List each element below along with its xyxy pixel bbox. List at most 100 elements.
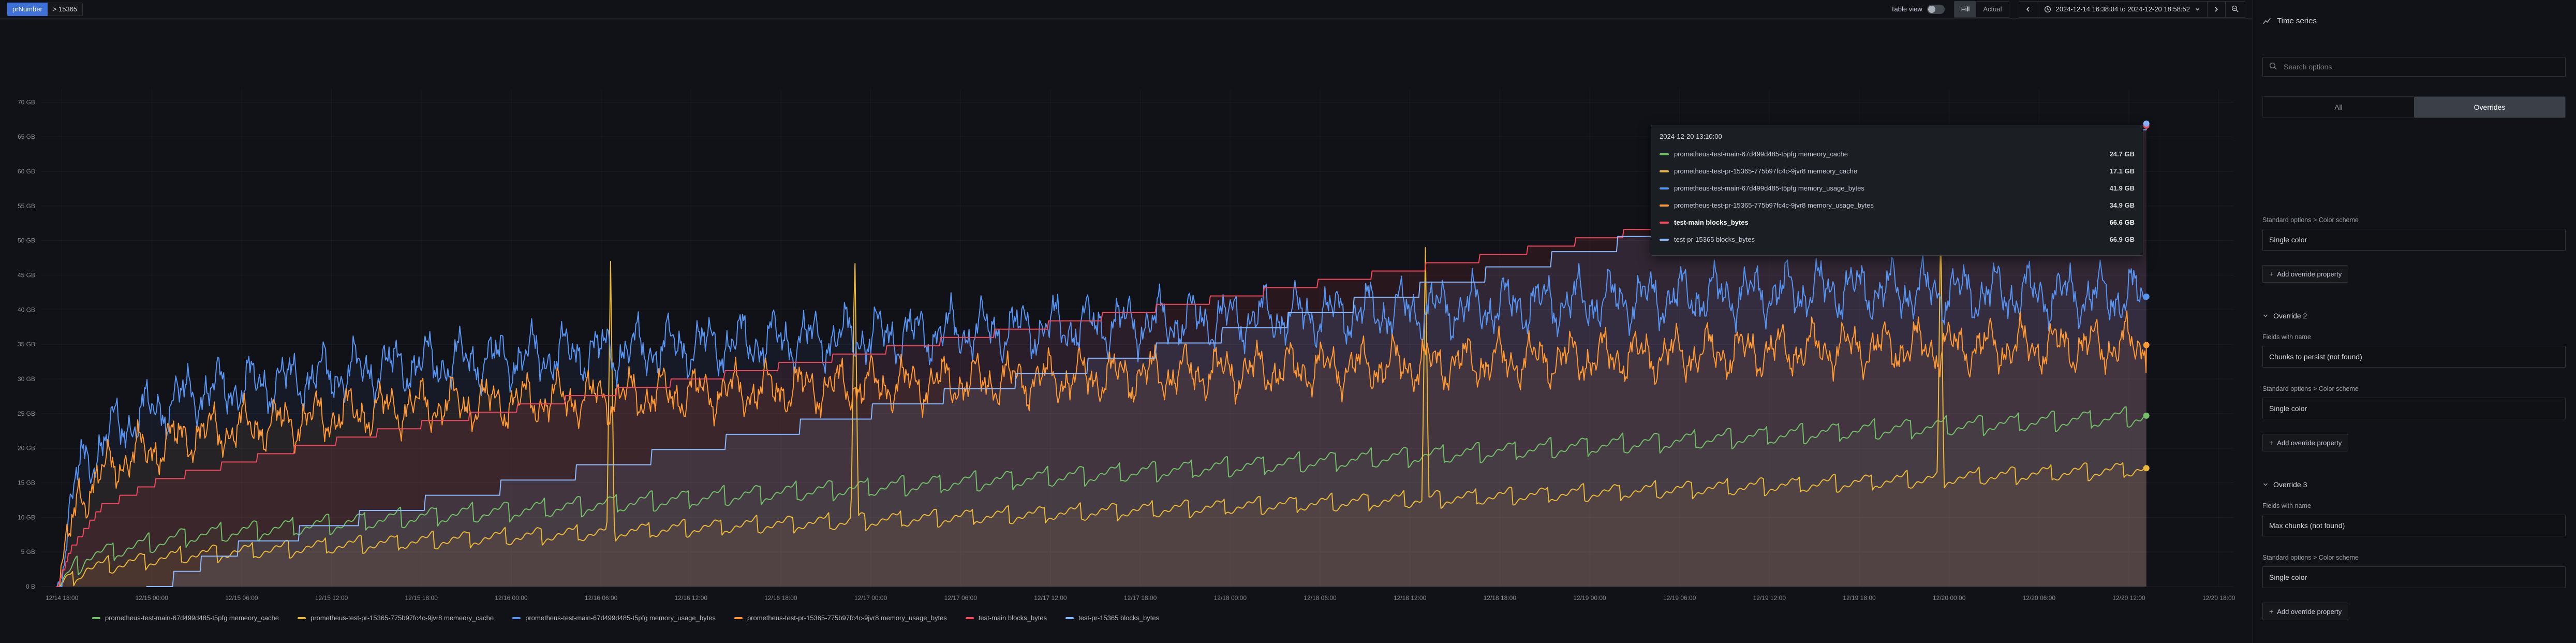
time-shift-forward-button[interactable] <box>2208 2 2225 17</box>
legend-series-marker <box>1065 617 1074 619</box>
x-axis-label: 12/15 00:00 <box>135 594 168 602</box>
legend-series-marker <box>966 617 974 619</box>
x-axis-label: 12/19 12:00 <box>1753 594 1786 602</box>
tooltip-series-name: prometheus-test-main-67d499d485-t5pfg me… <box>1674 184 2103 192</box>
tooltip-series-marker <box>1660 239 1669 241</box>
color-scheme-select[interactable]: Single color <box>2262 229 2566 251</box>
legend-item[interactable]: prometheus-test-main-67d499d485-t5pfg me… <box>512 614 716 622</box>
legend-series-marker <box>298 617 306 619</box>
top-bar: prNumber > 15365 Table view Fill Actual <box>0 0 2253 19</box>
x-axis-label: 12/20 18:00 <box>2202 594 2236 602</box>
time-range-button[interactable]: 2024-12-14 16:38:04 to 2024-12-20 18:58:… <box>2037 2 2208 17</box>
chevron-down-icon <box>2195 6 2200 12</box>
legend-item[interactable]: test-pr-15365 blocks_bytes <box>1065 614 1159 622</box>
visualization-picker[interactable]: Time series <box>2262 10 2566 31</box>
chart-tooltip: 2024-12-20 13:10:00 prometheus-test-main… <box>1651 125 2143 256</box>
x-axis-label: 12/20 06:00 <box>2023 594 2056 602</box>
override-property-path: Standard options > Color scheme <box>2262 554 2566 561</box>
chevron-down-icon <box>2262 481 2269 488</box>
override-property-path: Standard options > Color scheme <box>2262 216 2566 224</box>
y-axis-label: 70 GB <box>18 98 35 106</box>
clock-icon <box>2044 6 2051 13</box>
color-scheme-value: Single color <box>2269 573 2307 581</box>
add-override-property-button[interactable]: + Add override property <box>2262 603 2348 620</box>
time-range-text: 2024-12-14 16:38:04 to 2024-12-20 18:58:… <box>2056 5 2190 13</box>
x-axis-label: 12/16 18:00 <box>764 594 797 602</box>
legend-series-label: prometheus-test-pr-15365-775b97fc4c-9jvr… <box>747 614 947 622</box>
search-options-input[interactable] <box>2262 57 2566 77</box>
legend-item[interactable]: prometheus-test-main-67d499d485-t5pfg me… <box>92 614 279 622</box>
y-axis-label: 55 GB <box>18 202 35 210</box>
tooltip-row: prometheus-test-pr-15365-775b97fc4c-9jvr… <box>1660 197 2135 214</box>
tooltip-series-marker <box>1660 204 1669 207</box>
add-override-property-button[interactable]: + Add override property <box>2262 434 2348 451</box>
tooltip-row: test-pr-15365 blocks_bytes66.9 GB <box>1660 231 2135 248</box>
fill-actual-radio-group: Fill Actual <box>1954 1 2009 18</box>
fields-with-name-label: Fields with name <box>2262 333 2566 341</box>
x-axis-label: 12/19 00:00 <box>1573 594 1606 602</box>
x-axis-label: 12/15 18:00 <box>405 594 438 602</box>
x-axis-label: 12/16 12:00 <box>675 594 708 602</box>
grafana-panel-editor: 12/14 18:0012/15 00:0012/15 06:0012/15 1… <box>0 0 2576 643</box>
x-axis-label: 12/20 12:00 <box>2112 594 2145 602</box>
x-axis-label: 12/14 18:00 <box>46 594 79 602</box>
tab-all[interactable]: All <box>2263 97 2414 118</box>
panel-options-sidebar: Time series All Overrides Standard optio… <box>2253 0 2576 643</box>
y-axis-label: 15 GB <box>18 479 35 487</box>
tooltip-series-value: 66.9 GB <box>2110 236 2135 243</box>
color-scheme-select[interactable]: Single color <box>2262 398 2566 419</box>
tooltip-series-marker <box>1660 222 1669 224</box>
y-axis-label: 35 GB <box>18 341 35 348</box>
x-axis-label: 12/16 00:00 <box>495 594 528 602</box>
x-axis-label: 12/19 18:00 <box>1843 594 1876 602</box>
legend-item[interactable]: prometheus-test-pr-15365-775b97fc4c-9jvr… <box>734 614 947 622</box>
tab-overrides[interactable]: Overrides <box>2414 97 2565 118</box>
add-override-property-button[interactable]: + Add override property <box>2262 265 2348 283</box>
zoom-out-icon <box>2231 5 2239 13</box>
plus-icon: + <box>2269 439 2273 447</box>
chevron-right-icon <box>2213 6 2219 12</box>
panel-type-label: Time series <box>2277 17 2317 25</box>
zoom-out-button[interactable] <box>2226 2 2245 17</box>
tooltip-series-name: prometheus-test-pr-15365-775b97fc4c-9jvr… <box>1674 201 2103 209</box>
fill-option[interactable]: Fill <box>1955 2 1977 17</box>
tooltip-series-value: 41.9 GB <box>2110 184 2135 192</box>
tooltip-series-marker <box>1660 153 1669 155</box>
legend-item[interactable]: test-main blocks_bytes <box>966 614 1047 622</box>
tooltip-row: prometheus-test-pr-15365-775b97fc4c-9jvr… <box>1660 163 2135 180</box>
time-picker-group: 2024-12-14 16:38:04 to 2024-12-20 18:58:… <box>2019 1 2246 18</box>
override-2-header[interactable]: Override 2 <box>2262 312 2566 320</box>
add-override-property-label: Add override property <box>2277 439 2342 447</box>
tooltip-series-value: 17.1 GB <box>2110 167 2135 175</box>
legend-series-marker <box>734 617 743 619</box>
color-scheme-select[interactable]: Single color <box>2262 566 2566 588</box>
y-axis-label: 10 GB <box>18 514 35 521</box>
tooltip-series-value: 24.7 GB <box>2110 150 2135 158</box>
y-axis-label: 40 GB <box>18 306 35 313</box>
y-axis-label: 50 GB <box>18 237 35 244</box>
y-axis-label: 25 GB <box>18 410 35 417</box>
tooltip-series-name: prometheus-test-pr-15365-775b97fc4c-9jvr… <box>1674 167 2103 175</box>
time-shift-back-button[interactable] <box>2019 2 2037 17</box>
tooltip-series-value: 34.9 GB <box>2110 201 2135 209</box>
table-view-toggle[interactable] <box>1927 5 1945 14</box>
options-filter-tabs: All Overrides <box>2262 96 2566 118</box>
field-matcher-input[interactable]: Chunks to persist (not found) <box>2262 346 2566 368</box>
y-axis-label: 60 GB <box>18 168 35 175</box>
actual-option[interactable]: Actual <box>1976 2 2008 17</box>
override-3-header[interactable]: Override 3 <box>2262 480 2566 489</box>
plus-icon: + <box>2269 607 2273 616</box>
variable-name-chip[interactable]: prNumber <box>7 3 48 16</box>
legend-item[interactable]: prometheus-test-pr-15365-775b97fc4c-9jvr… <box>298 614 494 622</box>
legend-series-label: test-main blocks_bytes <box>979 614 1047 622</box>
x-axis-label: 12/20 00:00 <box>1933 594 1966 602</box>
y-axis-label: 5 GB <box>21 548 35 556</box>
x-axis-label: 12/18 06:00 <box>1304 594 1337 602</box>
field-matcher-input[interactable]: Max chunks (not found) <box>2262 515 2566 536</box>
variable-value-chip[interactable]: > 15365 <box>48 3 83 16</box>
chart-legend: prometheus-test-main-67d499d485-t5pfg me… <box>92 614 1159 622</box>
override-property-path: Standard options > Color scheme <box>2262 385 2566 392</box>
override-title: Override 3 <box>2273 480 2307 489</box>
x-axis-label: 12/19 06:00 <box>1663 594 1696 602</box>
legend-series-label: prometheus-test-main-67d499d485-t5pfg me… <box>105 614 279 622</box>
